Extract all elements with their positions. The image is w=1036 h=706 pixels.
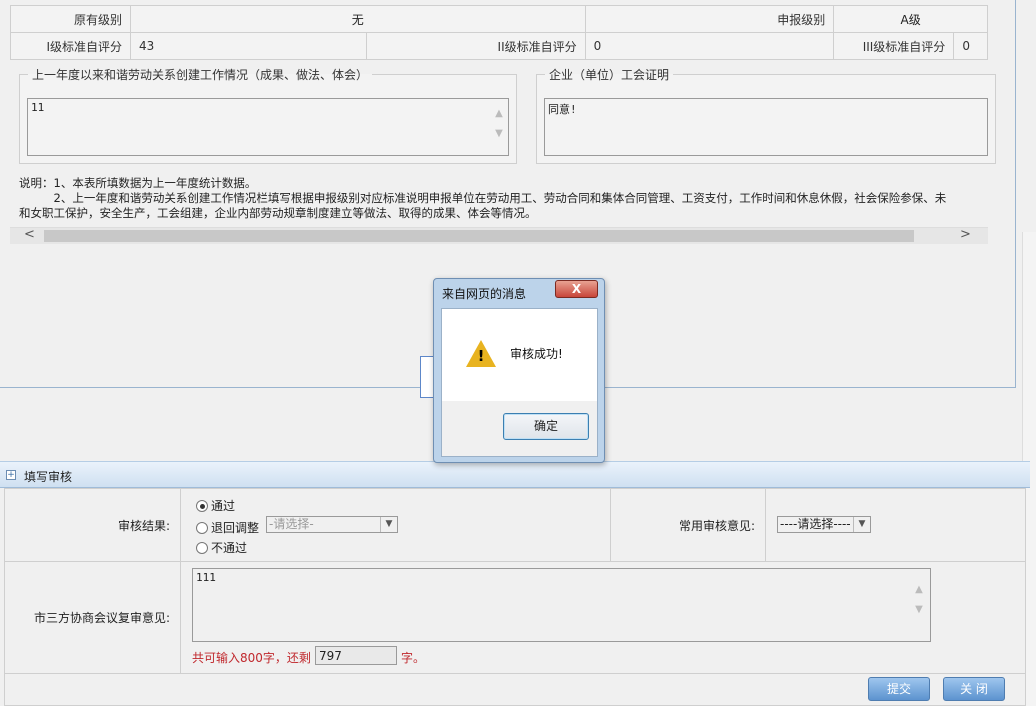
apply-level-label: 申报级别 bbox=[584, 5, 835, 33]
situation-textarea[interactable]: 11 bbox=[27, 98, 509, 156]
option-pass-label: 通过 bbox=[211, 499, 236, 513]
scroll-left-icon[interactable]: < bbox=[24, 227, 35, 242]
common-opinion-select[interactable]: ----请选择---- ▼ bbox=[777, 516, 871, 533]
result-label: 审核结果: bbox=[4, 488, 181, 562]
orig-level-label: 原有级别 bbox=[10, 5, 131, 33]
horizontal-scrollbar[interactable]: < > bbox=[10, 227, 988, 244]
scroll-arrows-icon[interactable]: ▲ ▼ bbox=[492, 104, 506, 144]
chevron-down-icon[interactable]: ▼ bbox=[853, 517, 870, 532]
frame-border bbox=[1015, 0, 1016, 388]
return-reason-value: -请选择- bbox=[269, 517, 314, 531]
common-opinion-value: ----请选择---- bbox=[780, 517, 851, 531]
option-reject-label: 不通过 bbox=[211, 541, 248, 555]
dialog-body: ! 审核成功! 确定 bbox=[441, 308, 598, 457]
opinion-label: 市三方协商会议复审意见: bbox=[4, 561, 181, 674]
union-legend: 企业（单位）工会证明 bbox=[549, 68, 670, 82]
l1-score-label: I级标准自评分 bbox=[10, 32, 131, 60]
situation-legend: 上一年度以来和谐劳动关系创建工作情况（成果、做法、体会） bbox=[32, 68, 369, 82]
l2-score-label: II级标准自评分 bbox=[366, 32, 586, 60]
char-limit-text: 共可输入800字，还剩 bbox=[192, 649, 311, 666]
char-limit-prefix: 共可输入800字，还剩 bbox=[192, 651, 311, 665]
union-textarea[interactable]: 同意! bbox=[544, 98, 988, 156]
note-line-3: 和女职工保护，安全生产，工会组建，企业内部劳动规章制度建立等做法、取得的成果、体… bbox=[19, 206, 537, 220]
scrollbar-thumb[interactable] bbox=[44, 230, 914, 242]
option-reject[interactable]: 不通过 bbox=[196, 539, 247, 556]
option-pass[interactable]: 通过 bbox=[196, 497, 235, 514]
ok-button[interactable]: 确定 bbox=[503, 413, 589, 440]
l3-score-label: III级标准自评分 bbox=[833, 32, 955, 60]
scroll-right-icon[interactable]: > bbox=[960, 227, 971, 242]
chevron-down-icon[interactable]: ▼ bbox=[380, 517, 397, 532]
warning-mark: ! bbox=[477, 347, 485, 365]
option-return-label: 退回调整 bbox=[211, 521, 260, 535]
option-return[interactable]: 退回调整 bbox=[196, 519, 259, 536]
note-line-1: 说明：1、本表所填数据为上一年度统计数据。 bbox=[19, 176, 257, 190]
opinion-textarea[interactable]: 111 bbox=[192, 568, 931, 642]
remaining-count: 797 bbox=[315, 646, 397, 665]
close-icon[interactable]: X bbox=[555, 280, 598, 298]
scroll-arrows-icon[interactable]: ▲ ▼ bbox=[912, 580, 926, 620]
l1-score-value: 43 bbox=[130, 32, 367, 60]
review-section-title: 填写审核 bbox=[24, 470, 73, 484]
char-limit-suffix: 字。 bbox=[401, 651, 426, 665]
orig-level-value: 无 bbox=[130, 5, 586, 33]
message-dialog: 来自网页的消息 X ! 审核成功! 确定 bbox=[433, 278, 605, 463]
submit-button[interactable]: 提交 bbox=[868, 677, 930, 701]
note-text: 说明：1、本表所填数据为上一年度统计数据。 2、上一年度和谐劳动关系创建工作情况… bbox=[19, 176, 989, 221]
radio-return[interactable] bbox=[196, 522, 208, 534]
review-section-header[interactable]: + 填写审核 bbox=[0, 461, 1030, 488]
radio-pass[interactable] bbox=[196, 500, 208, 512]
l2-score-value: 0 bbox=[584, 32, 835, 60]
note-line-2: 2、上一年度和谐劳动关系创建工作情况栏填写根据申报级别对应标准说明申报单位在劳动… bbox=[19, 191, 947, 205]
info-table: 原有级别 无 申报级别 A级 I级标准自评分 43 II级标准自评分 0 III… bbox=[10, 5, 988, 60]
l3-score-value: 0 bbox=[953, 32, 988, 60]
expand-icon[interactable]: + bbox=[6, 470, 16, 480]
return-reason-select[interactable]: -请选择- ▼ bbox=[266, 516, 398, 533]
dialog-message: 审核成功! bbox=[510, 347, 563, 361]
dialog-title: 来自网页的消息 bbox=[442, 287, 527, 301]
common-opinion-label: 常用审核意见: bbox=[610, 488, 766, 562]
apply-level-value: A级 bbox=[833, 5, 988, 33]
close-button[interactable]: 关 闭 bbox=[943, 677, 1005, 701]
radio-reject[interactable] bbox=[196, 542, 208, 554]
